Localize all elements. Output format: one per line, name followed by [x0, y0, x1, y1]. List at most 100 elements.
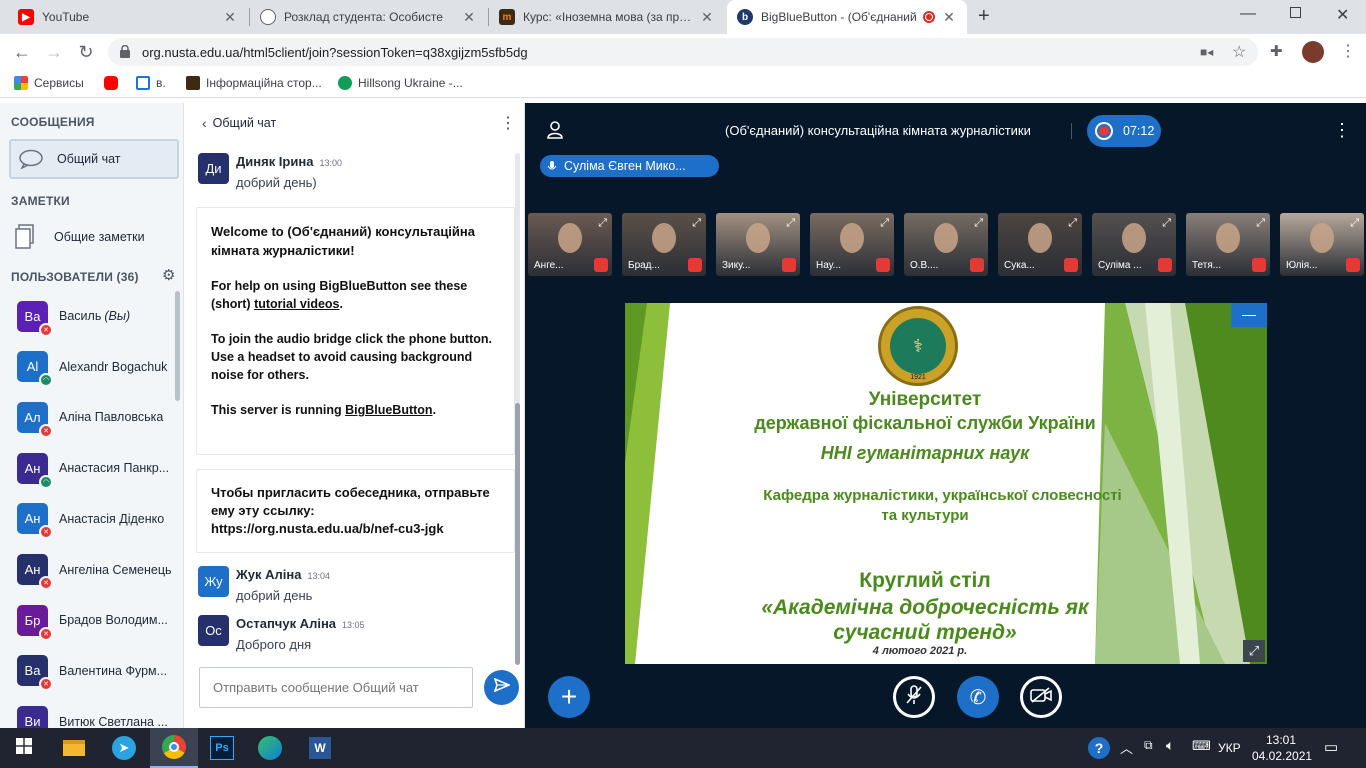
options-icon[interactable]: ⋮ — [1333, 120, 1351, 141]
start-button[interactable] — [0, 728, 48, 768]
fullscreen-icon[interactable]: ⤢ — [598, 217, 607, 230]
chrome-button[interactable] — [150, 728, 198, 768]
chat-message-input[interactable] — [199, 667, 473, 708]
close-icon[interactable]: ✕ — [222, 9, 238, 26]
camera-icon[interactable]: ■◂ — [1200, 45, 1213, 59]
bookmark-youtube[interactable] — [104, 76, 124, 90]
close-icon[interactable]: ✕ — [699, 9, 715, 26]
fullscreen-icon[interactable]: ⤢ — [786, 217, 795, 230]
browser-tab-bar: ▶ YouTube ✕ Розклад студента: Особисте ✕… — [0, 0, 1366, 34]
webcam-thumbnail[interactable]: ⤢ Анге... — [528, 213, 612, 276]
bookmark-label: Інформаційна стор... — [206, 76, 322, 90]
edge-button[interactable] — [246, 728, 294, 768]
public-chat-item[interactable]: Общий чат — [9, 139, 179, 179]
fullscreen-icon[interactable]: ⤢ — [1243, 640, 1265, 662]
bookmark-star-icon[interactable]: ☆ — [1232, 42, 1246, 62]
webcam-thumbnail[interactable]: ⤢ Брад... — [622, 213, 706, 276]
bookmark-v[interactable]: в. — [136, 76, 166, 90]
fullscreen-icon[interactable]: ⤢ — [1162, 217, 1171, 230]
user-list-item[interactable]: Ва ✕ Валентина Фурм... — [0, 646, 176, 696]
word-button[interactable]: W — [296, 728, 344, 768]
user-icon[interactable] — [547, 121, 563, 144]
fullscreen-icon[interactable]: ⤢ — [1256, 217, 1265, 230]
actions-button[interactable]: + — [548, 676, 590, 718]
notification-icon[interactable]: ▭ — [1324, 738, 1338, 756]
gear-icon[interactable]: ⚙ — [162, 266, 175, 284]
muted-microphone-icon: ✕ — [39, 626, 53, 641]
tab-schedule[interactable]: Розклад студента: Особисте ✕ — [250, 0, 487, 34]
muted-microphone-icon: ✕ — [39, 423, 53, 438]
invite-link[interactable]: https://org.nusta.edu.ua/b/nef-cu3-jgk — [211, 520, 500, 538]
avatar: Бр ✕ — [17, 604, 53, 641]
webcam-thumbnail[interactable]: ⤢ Суліма ... — [1092, 213, 1176, 276]
chevron-up-icon[interactable]: ︿ — [1120, 738, 1133, 757]
webcam-thumbnail[interactable]: ⤢ Тетя... — [1186, 213, 1270, 276]
forward-button[interactable]: → — [42, 40, 66, 64]
back-button[interactable]: ← — [10, 40, 34, 64]
restore-button[interactable] — [1290, 7, 1301, 18]
user-list-item[interactable]: Ал ✕ Аліна Павловська — [0, 392, 176, 442]
user-list-item[interactable]: Ва ✕ Василь (Вы) — [0, 291, 176, 341]
webcam-thumbnail[interactable]: ⤢ Зику... — [716, 213, 800, 276]
fullscreen-icon[interactable]: ⤢ — [1068, 217, 1077, 230]
telegram-button[interactable]: ➤ — [100, 728, 148, 768]
webcam-thumbnail[interactable]: ⤢ Нау... — [810, 213, 894, 276]
bigbluebutton-link[interactable]: BigBlueButton — [345, 403, 432, 417]
reload-button[interactable]: ↻ — [74, 40, 98, 64]
fullscreen-icon[interactable]: ⤢ — [880, 217, 889, 230]
unmute-button[interactable] — [893, 676, 935, 718]
chat-scrollbar[interactable] — [515, 403, 520, 665]
photoshop-button[interactable]: Ps — [198, 728, 246, 768]
participant-video — [1310, 223, 1334, 253]
menu-icon[interactable]: ⋮ — [1340, 41, 1356, 61]
tutorial-videos-link[interactable]: tutorial videos — [254, 297, 339, 311]
close-window-button[interactable]: ✕ — [1336, 5, 1349, 25]
avatar-initials: Al — [26, 359, 39, 375]
file-explorer-button[interactable] — [50, 728, 98, 768]
bookmark-services[interactable]: Сервисы — [14, 76, 84, 90]
close-icon[interactable]: ✕ — [461, 9, 477, 26]
tab-youtube[interactable]: ▶ YouTube ✕ — [8, 0, 248, 34]
fullscreen-icon[interactable]: ⤢ — [692, 217, 701, 230]
webcam-thumbnail[interactable]: ⤢ Юлія... — [1280, 213, 1364, 276]
chat-options-icon[interactable]: ⋮ — [500, 113, 516, 133]
new-tab-button[interactable]: + — [978, 5, 990, 28]
recording-timer[interactable]: 07:12 — [1087, 115, 1161, 147]
fullscreen-icon[interactable]: ⤢ — [974, 217, 983, 230]
tab-course[interactable]: m Курс: «Іноземна мова (за профе ✕ — [489, 0, 725, 34]
message-text: Доброго дня — [236, 637, 312, 652]
keyboard-icon[interactable]: ⌨ — [1192, 738, 1211, 754]
scrollbar[interactable] — [175, 291, 180, 401]
url-text: org.nusta.edu.ua/html5client/join?sessio… — [142, 45, 528, 60]
bookmark-info[interactable]: Інформаційна стор... — [186, 76, 322, 90]
room-title: (Об'єднаний) консультаційна кімната журн… — [725, 123, 1031, 138]
user-list-item[interactable]: Al ◠ Alexandr Bogachuk — [0, 342, 176, 392]
chat-back-button[interactable]: ‹ Общий чат — [202, 115, 276, 131]
user-name-text: Витюк Светлана ... — [59, 714, 168, 729]
shared-notes-item[interactable]: Общие заметки — [14, 221, 174, 253]
tab-bigbluebutton[interactable]: b BigBlueButton - (Об'єднаний ✕ — [727, 0, 967, 34]
clock[interactable]: 13:01 04.02.2021 — [1252, 732, 1312, 764]
minimize-presentation-button[interactable]: — — [1231, 303, 1267, 327]
minimize-button[interactable]: — — [1240, 5, 1256, 23]
fullscreen-icon[interactable]: ⤢ — [1350, 217, 1359, 230]
bookmark-hillsong[interactable]: Hillsong Ukraine -... — [338, 76, 463, 90]
webcam-thumbnail[interactable]: ⤢ О.В.... — [904, 213, 988, 276]
help-icon[interactable]: ? — [1088, 737, 1110, 759]
volume-icon[interactable]: 🔈︎ — [1166, 737, 1174, 754]
leave-audio-button[interactable]: ✆ — [957, 676, 999, 718]
profile-avatar[interactable] — [1302, 41, 1324, 63]
close-icon[interactable]: ✕ — [941, 9, 957, 26]
user-list-item[interactable]: Ан ✕ Ангеліна Семенець — [0, 545, 176, 595]
language-indicator[interactable]: УКР — [1218, 741, 1241, 755]
user-list-item[interactable]: Ан ✕ Анастасія Діденко — [0, 494, 176, 544]
extensions-icon[interactable]: ✚ — [1270, 42, 1283, 60]
share-webcam-button[interactable] — [1020, 676, 1062, 718]
user-list-item[interactable]: Бр ✕ Брадов Володим... — [0, 595, 176, 645]
send-button[interactable] — [484, 670, 519, 705]
user-list-item[interactable]: Ан ◠ Анастасия Панкр... — [0, 443, 176, 493]
muted-microphone-icon — [594, 258, 608, 272]
address-bar[interactable]: org.nusta.edu.ua/html5client/join?sessio… — [108, 38, 1258, 66]
webcam-thumbnail[interactable]: ⤢ Сука... — [998, 213, 1082, 276]
network-icon[interactable]: ⧉ — [1144, 738, 1153, 753]
